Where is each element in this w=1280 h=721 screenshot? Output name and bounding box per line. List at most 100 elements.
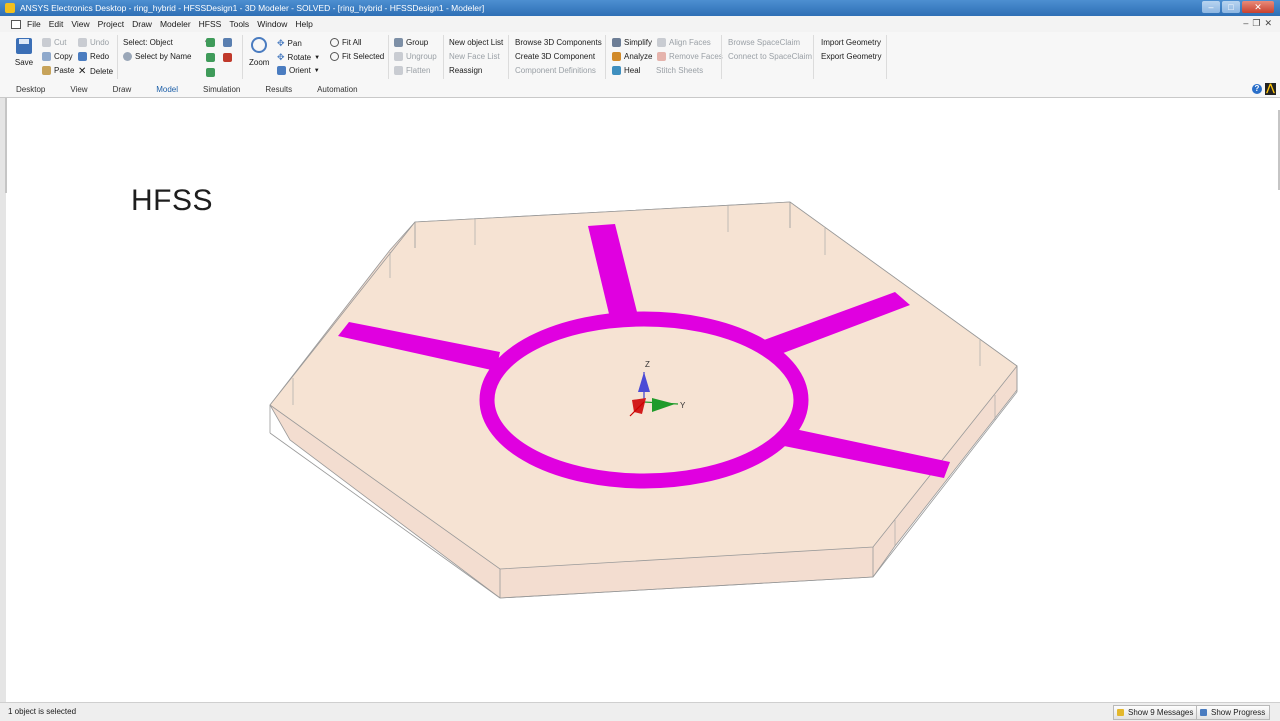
remove-faces-icon	[657, 52, 666, 61]
show-messages-button[interactable]: Show 9 Messages	[1113, 705, 1199, 720]
orient-icon	[277, 66, 286, 75]
flatten-icon	[394, 66, 403, 75]
help-icon[interactable]: ?	[1252, 84, 1262, 94]
axis-z-label: Z	[645, 360, 650, 369]
menu-file[interactable]: File	[27, 19, 41, 29]
save-icon	[16, 38, 32, 54]
group-button[interactable]: Group	[394, 38, 428, 47]
copy-button[interactable]: Copy	[42, 52, 73, 61]
status-text: 1 object is selected	[8, 707, 77, 716]
pan-button[interactable]: ✥ Pan	[277, 38, 302, 49]
align-faces-button[interactable]: Align Faces	[657, 38, 711, 47]
fit-selected-button[interactable]: Fit Selected	[330, 52, 384, 61]
doc-minimize-button[interactable]: –	[1243, 18, 1248, 29]
tab-automation[interactable]: Automation	[317, 85, 357, 94]
paste-icon	[42, 66, 51, 75]
paste-button[interactable]: Paste	[42, 66, 74, 75]
ungroup-icon	[394, 52, 403, 61]
rotate-button[interactable]: ✥ Rotate ▼	[277, 52, 320, 63]
delete-button[interactable]: ✕ Delete	[78, 66, 113, 77]
component-definitions-button[interactable]: Component Definitions	[515, 66, 596, 75]
redo-icon	[78, 52, 87, 61]
group-icon	[394, 38, 403, 47]
heal-button[interactable]: Heal	[612, 66, 640, 75]
new-object-list-button[interactable]: New object List	[449, 38, 503, 47]
ribbon: Save Cut Copy Paste Undo Redo ✕ Delete Se…	[0, 32, 1280, 83]
tab-view[interactable]: View	[70, 85, 87, 94]
doc-close-button[interactable]: ✕	[1264, 18, 1272, 29]
axis-y-label: Y	[680, 401, 686, 410]
menu-hfss[interactable]: HFSS	[199, 19, 222, 29]
menu-edit[interactable]: Edit	[49, 19, 64, 29]
ribbon-tabs-bar: Desktop View Draw Model Simulation Resul…	[0, 82, 1280, 98]
ungroup-button[interactable]: Ungroup	[394, 52, 437, 61]
window-title: ANSYS Electronics Desktop - ring_hybrid …	[20, 3, 485, 13]
tab-draw[interactable]: Draw	[113, 85, 132, 94]
analyze-button[interactable]: Analyze	[612, 52, 652, 61]
menu-draw[interactable]: Draw	[132, 19, 152, 29]
zoom-button[interactable]: Zoom	[249, 37, 269, 67]
select-face-icon[interactable]	[206, 53, 215, 62]
simplify-icon	[612, 38, 621, 47]
select-edge-icon[interactable]	[206, 68, 215, 77]
cut-button[interactable]: Cut	[42, 38, 66, 47]
menu-view[interactable]: View	[71, 19, 89, 29]
import-geometry-button[interactable]: Import Geometry	[821, 38, 881, 47]
remove-faces-button[interactable]: Remove Faces	[657, 52, 723, 61]
menu-modeler[interactable]: Modeler	[160, 19, 191, 29]
tab-results[interactable]: Results	[265, 85, 292, 94]
tab-desktop[interactable]: Desktop	[16, 85, 45, 94]
chevron-down-icon: ▼	[314, 54, 321, 61]
ring-hybrid-model[interactable]: Z Y	[0, 98, 1280, 702]
close-button[interactable]: ✕	[1242, 1, 1274, 13]
progress-icon	[1200, 709, 1207, 716]
app-icon	[5, 3, 15, 13]
show-progress-button[interactable]: Show Progress	[1196, 705, 1271, 720]
view-settings-icon[interactable]	[223, 38, 232, 47]
undo-button[interactable]: Undo	[78, 38, 109, 47]
tab-model[interactable]: Model	[156, 85, 178, 94]
select-by-name-button[interactable]: Select by Name	[123, 52, 191, 61]
hide-object-icon[interactable]	[223, 53, 232, 62]
export-geometry-button[interactable]: Export Geometry	[821, 52, 881, 61]
title-bar: ANSYS Electronics Desktop - ring_hybrid …	[0, 0, 1280, 16]
pan-icon: ✥	[277, 38, 285, 48]
analyze-icon	[612, 52, 621, 61]
tab-simulation[interactable]: Simulation	[203, 85, 240, 94]
new-face-list-button[interactable]: New Face List	[449, 52, 500, 61]
reassign-button[interactable]: Reassign	[449, 66, 482, 75]
save-button[interactable]: Save	[12, 38, 36, 76]
fit-all-button[interactable]: Fit All	[330, 38, 362, 47]
redo-button[interactable]: Redo	[78, 52, 109, 61]
menu-help[interactable]: Help	[295, 19, 312, 29]
minimize-button[interactable]: –	[1202, 1, 1220, 13]
maximize-button[interactable]: □	[1222, 1, 1240, 13]
select-mode-dropdown[interactable]: Select: Object▼	[123, 38, 210, 47]
document-menu-icon[interactable]	[11, 20, 21, 29]
menu-project[interactable]: Project	[98, 19, 124, 29]
create-3d-component-button[interactable]: Create 3D Component	[515, 52, 595, 61]
orient-button[interactable]: Orient ▼	[277, 66, 320, 75]
window-controls: – □ ✕	[1202, 1, 1274, 13]
magnifier-icon	[251, 37, 267, 53]
connect-spaceclaim-button[interactable]: Connect to SpaceClaim	[728, 52, 812, 61]
browse-3d-components-button[interactable]: Browse 3D Components	[515, 38, 602, 47]
ansys-logo-icon: ⋀	[1265, 83, 1276, 95]
heal-icon	[612, 66, 621, 75]
fit-selected-icon	[330, 52, 339, 61]
stitch-sheets-button[interactable]: Stitch Sheets	[656, 66, 703, 75]
menu-bar: File Edit View Project Draw Modeler HFSS…	[0, 16, 1280, 32]
select-name-icon	[123, 52, 132, 61]
scissors-icon	[42, 38, 51, 47]
rotate-icon: ✥	[277, 52, 285, 62]
browse-spaceclaim-button[interactable]: Browse SpaceClaim	[728, 38, 800, 47]
select-object-icon[interactable]	[206, 38, 215, 47]
messages-icon	[1117, 709, 1124, 716]
doc-restore-button[interactable]: ❐	[1252, 18, 1260, 29]
menu-window[interactable]: Window	[257, 19, 287, 29]
flatten-button[interactable]: Flatten	[394, 66, 430, 75]
undo-icon	[78, 38, 87, 47]
status-bar: 1 object is selected Show 9 Messages Sho…	[0, 702, 1280, 721]
simplify-button[interactable]: Simplify	[612, 38, 652, 47]
menu-tools[interactable]: Tools	[229, 19, 249, 29]
